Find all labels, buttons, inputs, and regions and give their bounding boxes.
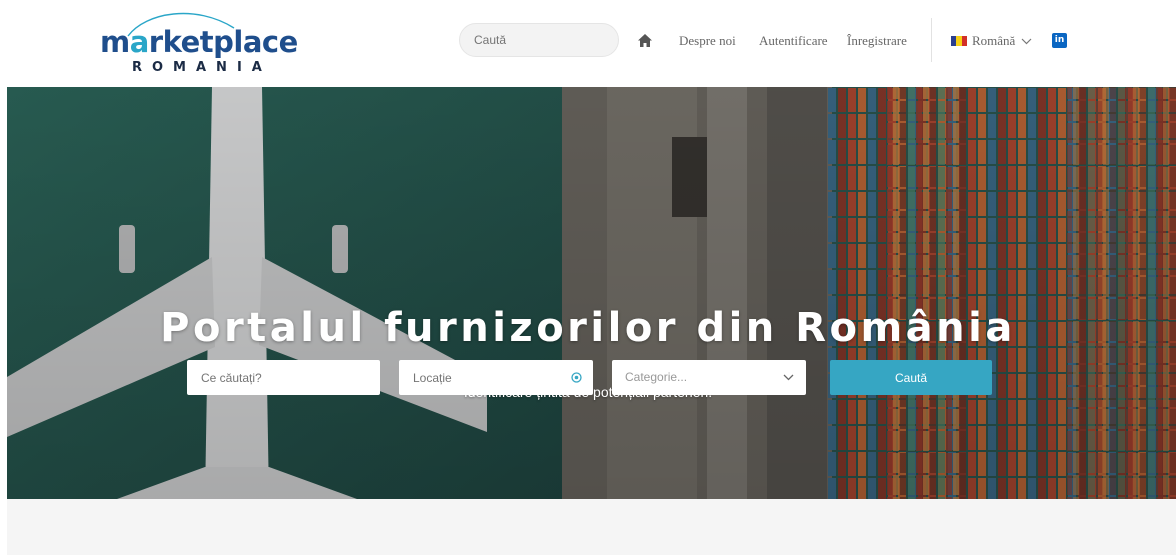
- nav-inregistrare[interactable]: Înregistrare: [847, 33, 907, 49]
- romania-flag-icon: [951, 36, 967, 46]
- category-select[interactable]: Categorie...: [612, 360, 806, 395]
- location-input[interactable]: [399, 360, 593, 395]
- hero-background-image: [7, 87, 1176, 499]
- nav-autentificare[interactable]: Autentificare: [759, 33, 828, 49]
- home-icon[interactable]: [638, 34, 652, 47]
- keyword-search-input[interactable]: [187, 360, 380, 395]
- chevron-down-icon: [783, 374, 794, 381]
- hero-title: Portalul furnizorilor din România: [160, 305, 1016, 351]
- header-search-input[interactable]: [459, 23, 619, 57]
- marketplace-romania-logo[interactable]: marketplace ROMANIA: [96, 8, 298, 78]
- search-button[interactable]: Caută: [830, 360, 992, 395]
- language-label: Română: [972, 33, 1016, 48]
- logo-subtitle: ROMANIA: [132, 60, 272, 75]
- location-target-icon[interactable]: [571, 372, 582, 383]
- content-band: [7, 499, 1176, 555]
- chevron-down-icon: [1021, 38, 1032, 44]
- nav-despre-noi[interactable]: Despre noi: [679, 33, 736, 49]
- language-selector[interactable]: Română: [951, 33, 1032, 49]
- header-divider: [931, 18, 932, 62]
- hero-banner: Portalul furnizorilor din România Identi…: [7, 87, 1176, 499]
- site-header: marketplace ROMANIA Despre noi Autentifi…: [0, 0, 1176, 86]
- linkedin-icon[interactable]: in: [1052, 33, 1067, 48]
- logo-wordmark: marketplace: [100, 25, 298, 59]
- category-select-value: Categorie...: [625, 370, 688, 384]
